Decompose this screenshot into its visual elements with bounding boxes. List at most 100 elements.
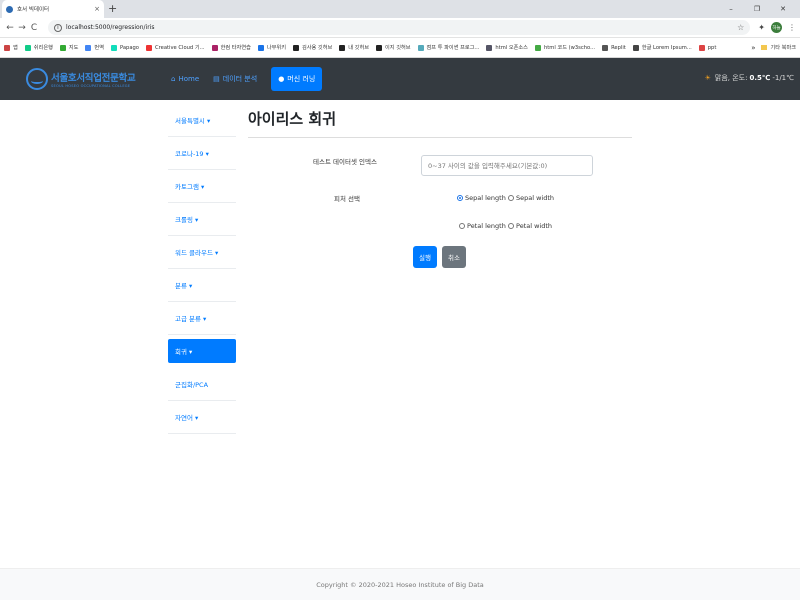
sidebar-item[interactable]: 카토그램 ▾	[168, 170, 236, 203]
back-icon[interactable]: ←	[4, 23, 16, 33]
bookmark-item[interactable]: ppt	[698, 44, 716, 51]
weather-prefix: 맑음, 온도:	[714, 74, 748, 82]
radio-checked-icon	[457, 195, 463, 201]
sidebar-item[interactable]: 군집화/PCA	[168, 368, 236, 401]
sidebar-item[interactable]: 자연어 ▾	[168, 401, 236, 434]
bookmark-item[interactable]: 앱	[4, 44, 18, 51]
bookmark-favicon-icon	[292, 44, 299, 51]
bookmark-label: 김사용 깃허브	[301, 45, 333, 51]
bookmark-favicon-icon	[4, 44, 10, 51]
main-area: 서울특별시 ▾ 코로나-19 ▾ 카토그램 ▾ 크롤링 ▾ 워드 클라우드 ▾ 분류 ▾ 고…	[0, 100, 800, 567]
sidebar-item[interactable]: 코로나-19 ▾	[168, 137, 236, 170]
radio-sepal-width[interactable]: Sepal width	[508, 194, 554, 202]
bookmark-favicon-icon	[211, 44, 218, 51]
window-controls: – ❐ ✕	[718, 0, 796, 18]
bookmark-item[interactable]: Replit	[602, 44, 626, 51]
radio-petal-width[interactable]: Petal width	[508, 222, 552, 230]
bookmark-label: 내 깃허브	[348, 45, 370, 51]
site-info-icon[interactable]: i	[54, 23, 62, 32]
bookmark-favicon-icon	[59, 44, 66, 51]
bookmark-star-icon[interactable]: ☆	[737, 23, 744, 32]
browser-tabstrip: 호서 빅데이터 × + – ❐ ✕	[0, 0, 800, 18]
browser-tab[interactable]: 호서 빅데이터 ×	[2, 0, 104, 18]
bookmarks-overflow-icon[interactable]: »	[751, 44, 755, 52]
radio-label: Sepal width	[516, 194, 555, 202]
browser-menu-icon[interactable]: ⋮	[788, 23, 796, 32]
bookmark-label: 쉬리은행	[33, 45, 53, 51]
bookmark-label: 번역	[94, 45, 104, 51]
footer: Copyright © 2020-2021 Hoseo Institute of…	[0, 568, 800, 600]
reload-icon[interactable]: C	[28, 23, 40, 33]
bookmark-item[interactable]: 지도	[59, 44, 79, 51]
radio-unchecked-icon	[508, 223, 514, 229]
radio-unchecked-icon	[508, 195, 514, 201]
minimize-button[interactable]: –	[718, 0, 744, 18]
sidebar-item[interactable]: 고급 분류 ▾	[168, 302, 236, 335]
sidebar-item[interactable]: 분류 ▾	[168, 269, 236, 302]
url-field[interactable]: i localhost:5000/regression/iris ☆	[48, 20, 751, 35]
bookmark-favicon-icon	[24, 44, 31, 51]
nav-data-analysis-label: 데이터 분석	[222, 75, 258, 83]
bookmark-item[interactable]: 한글 Lorem Ipsum...	[632, 44, 692, 51]
tab-close-icon[interactable]: ×	[94, 5, 100, 13]
content-panel: 아이리스 회귀 테스트 데이터셋 인덱스 피처 선택 Sepal length …	[248, 108, 632, 268]
bookmark-label: Papago	[119, 44, 139, 51]
bookmark-item[interactable]: 김사용 깃허브	[292, 44, 333, 51]
bookmark-item[interactable]: html 코드 (w3scho...	[534, 44, 596, 51]
profile-avatar[interactable]: 하늘	[771, 22, 782, 33]
logo-korean: 서울호서직업전문학교	[51, 73, 136, 84]
bookmark-item[interactable]: Papago	[110, 44, 139, 51]
extensions-icon[interactable]: ✦	[758, 23, 765, 32]
address-bar: ← → C i localhost:5000/regression/iris ☆…	[0, 18, 800, 38]
site-navbar: 서울호서직업전문학교 SEOUL HOSEO OCCUPATIONAL COLL…	[0, 58, 800, 100]
site-logo[interactable]: 서울호서직업전문학교 SEOUL HOSEO OCCUPATIONAL COLL…	[26, 64, 141, 94]
brain-icon: ●	[278, 75, 285, 83]
maximize-button[interactable]: ❐	[744, 0, 770, 18]
radio-sepal-length[interactable]: Sepal length	[457, 194, 506, 202]
bookmark-favicon-icon	[339, 44, 346, 51]
close-window-button[interactable]: ✕	[770, 0, 796, 18]
bookmark-item[interactable]: 번역	[85, 44, 104, 51]
sidebar-item[interactable]: 회귀 ▾	[168, 339, 236, 363]
forward-icon[interactable]: →	[16, 23, 28, 33]
run-button[interactable]: 실행	[413, 246, 437, 268]
bookmark-item[interactable]: 내 깃허브	[339, 44, 369, 51]
weather-range: -1/1℃	[772, 74, 794, 82]
radio-petal-length[interactable]: Petal length	[459, 222, 506, 230]
index-label: 테스트 데이터셋 인덱스	[313, 158, 377, 166]
bookmark-label: 한컴 타자연습	[220, 45, 251, 51]
bookmark-item[interactable]: 쉬리은행	[24, 44, 53, 51]
sidebar-item[interactable]: 크롤링 ▾	[168, 203, 236, 236]
bookmark-label: 한글 Lorem Ipsum...	[641, 45, 692, 51]
bookmark-favicon-icon	[257, 44, 264, 51]
bookmark-item[interactable]: html 오픈소스	[486, 44, 528, 51]
sidebar: 서울특별시 ▾ 코로나-19 ▾ 카토그램 ▾ 크롤링 ▾ 워드 클라우드 ▾ 분류 ▾ 고…	[168, 104, 236, 434]
index-input[interactable]	[421, 155, 593, 176]
bookmark-label: Creative Cloud 기...	[154, 45, 205, 51]
sidebar-item[interactable]: 워드 클라우드 ▾	[168, 236, 236, 269]
bookmark-favicon-icon	[534, 44, 541, 51]
nav-menu: ⌂ Home ▤ 데이터 분석 ● 머신 러닝	[171, 67, 336, 91]
bookmark-item[interactable]: 점프 투 파이썬 프로그...	[417, 44, 480, 51]
nav-data-analysis[interactable]: ▤ 데이터 분석	[213, 74, 257, 84]
bookmark-item[interactable]: Creative Cloud 기...	[145, 44, 205, 51]
nav-home-label: Home	[178, 75, 200, 83]
bookmark-item[interactable]: 한컴 타자연습	[211, 44, 251, 51]
cancel-button[interactable]: 취소	[442, 246, 466, 268]
bookmark-favicon-icon	[602, 44, 609, 51]
nav-machine-learning[interactable]: ● 머신 러닝	[271, 67, 323, 91]
bookmark-item[interactable]: 이지 깃허브	[376, 44, 411, 51]
bookmark-label: 나무위키	[266, 45, 286, 51]
bookmark-item[interactable]: 나무위키	[257, 44, 286, 51]
bookmark-label: 앱	[13, 45, 18, 51]
other-bookmarks[interactable]: 기타 북마크	[761, 44, 796, 51]
tab-title: 호서 빅데이터	[17, 7, 50, 13]
bookmark-favicon-icon	[486, 44, 493, 51]
bookmark-label: html 오픈소스	[495, 45, 528, 51]
sidebar-item[interactable]: 서울특별시 ▾	[168, 104, 236, 137]
bookmark-label: 지도	[68, 45, 79, 51]
bookmark-label: html 코드 (w3scho...	[543, 45, 596, 51]
new-tab-button[interactable]: +	[108, 2, 117, 15]
nav-home[interactable]: ⌂ Home	[171, 75, 199, 83]
bookmark-label: 점프 투 파이썬 프로그...	[426, 45, 480, 51]
